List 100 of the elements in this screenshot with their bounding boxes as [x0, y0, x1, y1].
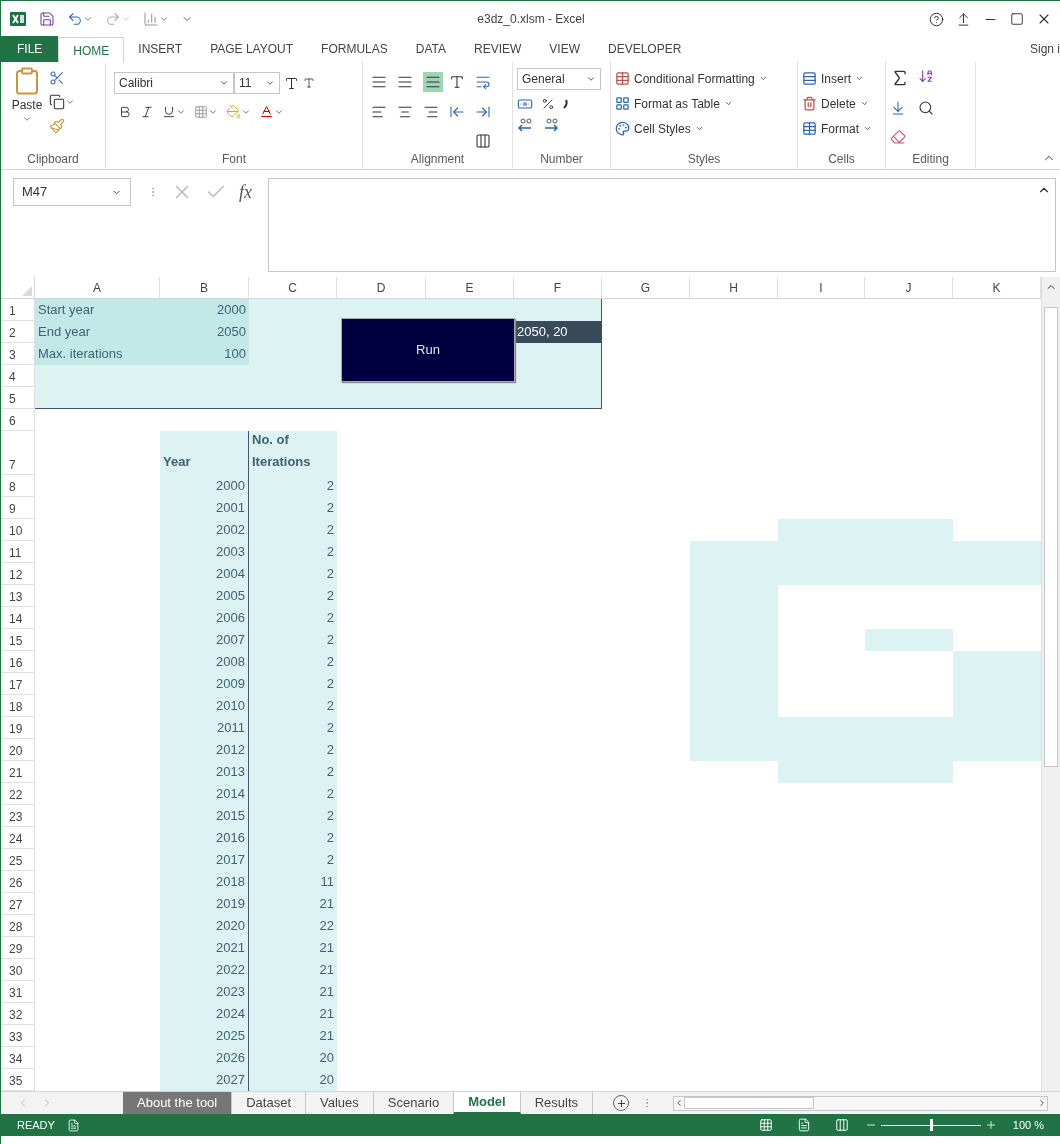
- run-button[interactable]: Run: [341, 318, 515, 382]
- cut-icon[interactable]: [49, 70, 65, 86]
- cells-button[interactable]: Insert: [802, 68, 872, 89]
- ribbon-tab[interactable]: INSERT: [124, 36, 197, 62]
- grid-icon[interactable]: [615, 96, 630, 111]
- row-header[interactable]: 15: [9, 635, 23, 647]
- palette-icon[interactable]: [615, 121, 630, 136]
- column-header[interactable]: B: [200, 278, 208, 297]
- excel-logo-icon[interactable]: [9, 10, 27, 28]
- sheet-tab[interactable]: Model: [454, 1092, 521, 1114]
- bold-icon[interactable]: [118, 104, 132, 119]
- row-header[interactable]: 34: [9, 1053, 23, 1065]
- find-icon[interactable]: [918, 100, 934, 117]
- comma-style-icon[interactable]: [563, 99, 569, 109]
- ribbon-tab[interactable]: PAGE LAYOUT: [196, 36, 308, 62]
- number-format-field[interactable]: General: [517, 68, 601, 90]
- zoom-level[interactable]: 100 %: [1012, 1116, 1044, 1134]
- bottom-align-icon[interactable]: [423, 72, 443, 93]
- column-header[interactable]: G: [640, 278, 651, 297]
- caret-right-icon[interactable]: [1037, 1098, 1047, 1108]
- caret-icon[interactable]: [22, 114, 32, 124]
- caret-icon[interactable]: [586, 74, 596, 84]
- styles-button[interactable]: Conditional Formatting: [615, 68, 768, 89]
- increase-decimal-icon[interactable]: [517, 118, 535, 132]
- font-shrink-icon[interactable]: [303, 77, 315, 89]
- row-header[interactable]: 19: [9, 723, 23, 735]
- column-header[interactable]: A: [93, 278, 101, 297]
- help-icon[interactable]: [929, 11, 944, 27]
- row-header[interactable]: 1: [9, 305, 16, 317]
- styles-button[interactable]: Format as Table: [615, 93, 768, 114]
- caret-icon[interactable]: [758, 74, 768, 83]
- font-size-field[interactable]: 11: [234, 72, 280, 94]
- row-header[interactable]: 4: [9, 371, 16, 383]
- paintbrush-icon[interactable]: [49, 118, 65, 134]
- row-header[interactable]: 13: [9, 591, 23, 603]
- row-header[interactable]: 18: [9, 701, 23, 713]
- font-grow-icon[interactable]: [284, 75, 299, 91]
- zoom-slider[interactable]: [880, 1119, 981, 1131]
- currency-icon[interactable]: [517, 96, 533, 112]
- ribbon-tab[interactable]: VIEW: [535, 36, 594, 62]
- ribbon-tab[interactable]: DATA: [401, 36, 460, 62]
- caret-icon[interactable]: [723, 99, 733, 108]
- ribbon-tab[interactable]: HOME: [58, 37, 125, 63]
- wrap-text-icon[interactable]: [475, 74, 491, 91]
- column-header[interactable]: K: [992, 278, 1001, 297]
- ribbon-tab[interactable]: FORMULAS: [307, 36, 402, 62]
- formula-input[interactable]: [268, 178, 1056, 272]
- caret-icon[interactable]: [859, 99, 869, 108]
- normal-view-icon[interactable]: [758, 1118, 773, 1132]
- vertical-scrollbar[interactable]: [1041, 277, 1060, 1091]
- row-header[interactable]: 28: [9, 921, 23, 933]
- ribbon-tab[interactable]: REVIEW: [460, 36, 536, 62]
- cells-button[interactable]: Delete: [802, 93, 872, 114]
- font-color-icon[interactable]: [259, 104, 274, 119]
- fill-color-icon[interactable]: [226, 104, 241, 119]
- row-header[interactable]: 35: [9, 1075, 23, 1087]
- sheet-tab[interactable]: About the tool: [123, 1092, 233, 1114]
- row-header[interactable]: 33: [9, 1031, 23, 1043]
- macro-record-icon[interactable]: [66, 1118, 80, 1132]
- row-header[interactable]: 11: [9, 547, 22, 559]
- clear-icon[interactable]: [890, 128, 906, 145]
- percent-icon[interactable]: [541, 97, 555, 111]
- underline-icon[interactable]: [162, 104, 176, 119]
- caret-icon[interactable]: [65, 97, 75, 107]
- sign-in-link[interactable]: Sign i: [1029, 40, 1060, 62]
- orientation-icon[interactable]: [449, 74, 465, 91]
- row-header[interactable]: 25: [9, 855, 23, 867]
- row-header[interactable]: 27: [9, 899, 23, 911]
- row-header[interactable]: 29: [9, 943, 23, 955]
- sort-filter-icon[interactable]: [918, 68, 934, 84]
- cells-button[interactable]: Format: [802, 118, 872, 139]
- paste-button[interactable]: Paste: [11, 96, 43, 114]
- row-header[interactable]: 22: [9, 789, 23, 801]
- caret-icon[interactable]: [265, 78, 275, 88]
- row-header[interactable]: 23: [9, 811, 23, 823]
- table-icon[interactable]: [615, 71, 630, 86]
- caret-icon[interactable]: [159, 14, 169, 24]
- column-header[interactable]: J: [905, 278, 912, 297]
- page-layout-icon[interactable]: [796, 1118, 811, 1132]
- row-header[interactable]: 31: [9, 987, 23, 999]
- column-header[interactable]: C: [288, 278, 297, 297]
- caret-icon[interactable]: [219, 78, 229, 88]
- fill-icon[interactable]: [890, 100, 906, 117]
- row-header[interactable]: 16: [9, 657, 23, 669]
- row-header[interactable]: 32: [9, 1009, 23, 1021]
- ribbon-display-icon[interactable]: [956, 11, 971, 27]
- column-header[interactable]: D: [376, 278, 386, 297]
- row-header[interactable]: 17: [9, 679, 23, 691]
- row-header[interactable]: 7: [9, 459, 16, 471]
- copy-icon[interactable]: [49, 94, 65, 110]
- styles-button[interactable]: Cell Styles: [615, 118, 768, 139]
- row-header[interactable]: 21: [9, 767, 23, 779]
- caret-icon[interactable]: [855, 74, 864, 83]
- row-header[interactable]: 30: [9, 965, 23, 977]
- merge-icon[interactable]: [475, 132, 491, 149]
- save-icon[interactable]: [39, 11, 55, 27]
- caret-icon[interactable]: [83, 14, 93, 24]
- row-header[interactable]: 26: [9, 877, 23, 889]
- ribbon-tab[interactable]: DEVELOPER: [594, 36, 696, 62]
- rows-icon[interactable]: [802, 71, 817, 86]
